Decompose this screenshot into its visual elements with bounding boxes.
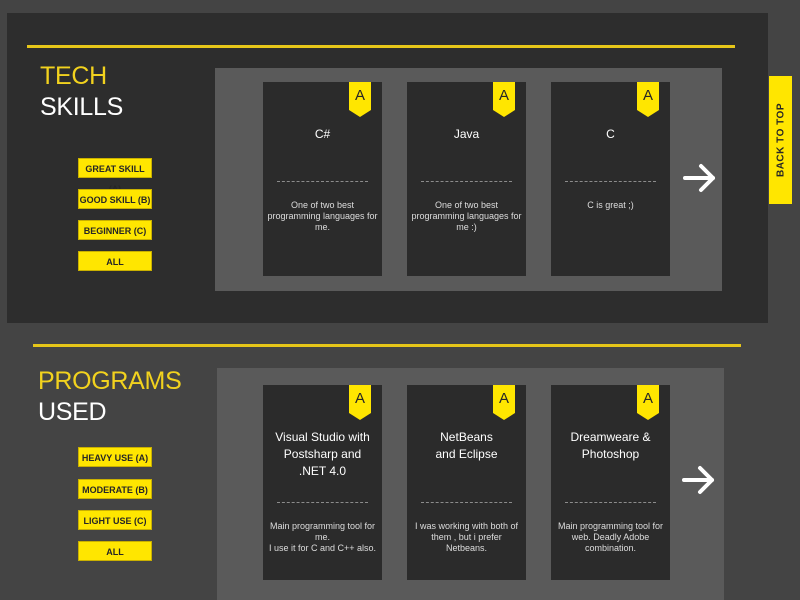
back-to-top-label: BACK TO TOP (775, 102, 786, 178)
card-description: One of two best programming languages fo… (411, 200, 522, 232)
skill-card[interactable]: A C C is great ;) (551, 82, 670, 276)
card-description: Main programming tool for web. Deadly Ad… (557, 521, 664, 553)
card-description: Main programming tool for me. I use it f… (268, 521, 377, 553)
card-separator (421, 502, 512, 503)
programs-carousel: A Visual Studio with Postsharp and .NET … (217, 368, 724, 600)
program-card[interactable]: A NetBeans and Eclipse I was working wit… (407, 385, 526, 580)
card-separator (421, 181, 512, 182)
grade-badge: A (637, 82, 659, 117)
section-title-line2: SKILLS (40, 93, 123, 121)
card-description: One of two best programming languages fo… (267, 200, 378, 232)
grade-badge: A (349, 385, 371, 420)
programs-used-section: PROGRAMS USED HEAVY USE (A) MODERATE (B)… (0, 330, 800, 600)
card-separator (565, 502, 656, 503)
filter-good-skill-button[interactable]: GOOD SKILL (B) (78, 189, 152, 209)
filter-beginner-button[interactable]: BEGINNER (C) (78, 220, 152, 240)
section-title-line2: USED (38, 398, 107, 426)
section-divider (27, 45, 735, 48)
filter-heavy-use-button[interactable]: HEAVY USE (A) (78, 447, 152, 467)
card-separator (277, 181, 368, 182)
section-title-line1: TECH (40, 62, 107, 90)
card-description: C is great ;) (587, 200, 634, 210)
card-title: Visual Studio with Postsharp and .NET 4.… (275, 430, 370, 478)
card-separator (277, 502, 368, 503)
grade-badge: A (637, 385, 659, 420)
card-separator (565, 181, 656, 182)
card-title: C# (314, 127, 331, 141)
filter-moderate-button[interactable]: MODERATE (B) (78, 479, 152, 499)
section-title-line1: PROGRAMS (38, 367, 182, 395)
skill-card[interactable]: A C# One of two best programming languag… (263, 82, 382, 276)
section-title: PROGRAMS USED (38, 366, 182, 428)
card-title: Dreamweare & Photoshop (570, 430, 651, 461)
back-to-top-button[interactable]: BACK TO TOP (769, 76, 792, 204)
card-title: NetBeans and Eclipse (435, 430, 498, 461)
card-description: I was working with both of them , but i … (414, 521, 519, 553)
filter-all-button[interactable]: ALL (78, 541, 152, 561)
skill-card[interactable]: A Java One of two best programming langu… (407, 82, 526, 276)
filter-all-button[interactable]: ALL (78, 251, 152, 271)
filter-light-use-button[interactable]: LIGHT USE (C) (78, 510, 152, 530)
arrow-right-icon[interactable] (682, 465, 716, 495)
section-divider (33, 344, 741, 347)
skills-carousel: A C# One of two best programming languag… (215, 68, 722, 291)
grade-badge: A (493, 385, 515, 420)
program-card[interactable]: A Dreamweare & Photoshop Main programmin… (551, 385, 670, 580)
card-title: C (606, 127, 615, 141)
arrow-right-icon[interactable] (683, 163, 717, 193)
section-title: TECH SKILLS (40, 61, 123, 123)
card-title: Java (453, 127, 480, 141)
filter-great-skill-button[interactable]: GREAT SKILL (A) (78, 158, 152, 194)
grade-badge: A (349, 82, 371, 117)
program-card[interactable]: A Visual Studio with Postsharp and .NET … (263, 385, 382, 580)
grade-badge: A (493, 82, 515, 117)
tech-skills-section: TECH SKILLS GREAT SKILL (A) GOOD SKILL (… (7, 13, 768, 323)
